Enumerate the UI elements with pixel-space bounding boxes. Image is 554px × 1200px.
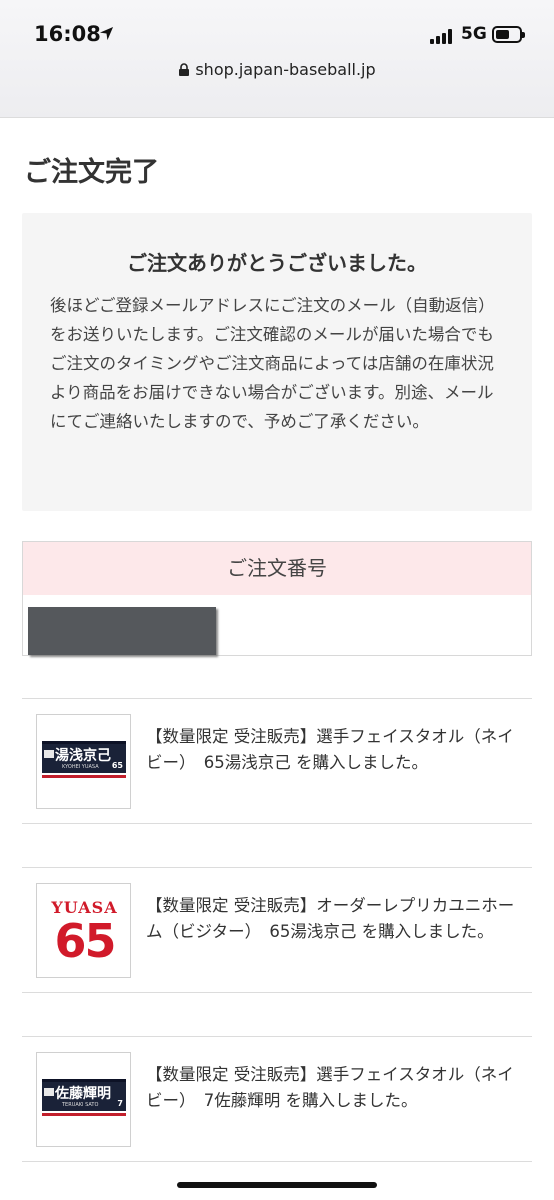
item-thumbnail[interactable]: 湯浅京己 KYOHEI YUASA 65 (36, 714, 131, 809)
item-description: 【数量限定 受注販売】オーダーレプリカユニホーム（ビジター） 65湯浅京己 を購… (146, 896, 515, 941)
item-description: 【数量限定 受注販売】選手フェイスタオル（ネイビー） 65湯浅京己 を購入しまし… (146, 727, 514, 772)
page-title: ご注文完了 (24, 157, 159, 188)
item-description: 【数量限定 受注販売】選手フェイスタオル（ネイビー） 7佐藤輝明 を購入しました… (146, 1065, 514, 1110)
browser-chrome: 16:08 5G shop.japan-baseball.jp (0, 0, 554, 118)
item-thumbnail[interactable]: 佐藤輝明 TERUAKI SATO 7 (36, 1052, 131, 1147)
status-bar: 16:08 5G (0, 18, 554, 52)
status-time: 16:08 (34, 22, 101, 46)
purchased-item: 湯浅京己 KYOHEI YUASA 65 【数量限定 受注販売】選手フェイスタオ… (22, 698, 532, 824)
order-number-redacted (28, 607, 216, 655)
logo-icon (44, 750, 54, 758)
face-towel-image: 佐藤輝明 TERUAKI SATO 7 (42, 1079, 126, 1116)
purchased-item: YUASA 65 【数量限定 受注販売】オーダーレプリカユニホーム（ビジター） … (22, 867, 532, 993)
thanks-message: 後ほどご登録メールアドレスにご注文のメール（自動返信）をお送りいたします。ご注文… (50, 296, 495, 431)
url-text: shop.japan-baseball.jp (195, 60, 376, 79)
order-number-box: ご注文番号 (22, 541, 532, 656)
address-bar[interactable]: shop.japan-baseball.jp (0, 60, 554, 79)
thanks-heading: ご注文ありがとうございました。 (127, 251, 427, 275)
towel-name: 佐藤輝明 (55, 1086, 111, 1102)
home-indicator[interactable] (177, 1182, 377, 1188)
towel-subname: TERUAKI SATO (62, 1102, 99, 1108)
towel-name: 湯浅京己 (55, 748, 111, 764)
thanks-panel: ご注文ありがとうございました。 後ほどご登録メールアドレスにご注文のメール（自動… (22, 213, 532, 511)
network-type: 5G (461, 24, 487, 44)
location-arrow-icon (99, 26, 114, 41)
towel-number: 65 (111, 761, 123, 770)
lock-icon (179, 63, 190, 76)
item-thumbnail[interactable]: YUASA 65 (36, 883, 131, 978)
towel-subname: KYOHEI YUASA (62, 764, 99, 770)
purchased-item: 佐藤輝明 TERUAKI SATO 7 【数量限定 受注販売】選手フェイスタオル… (22, 1036, 532, 1162)
signal-icon (430, 28, 454, 44)
towel-number: 7 (117, 1099, 123, 1108)
logo-icon (44, 1088, 54, 1096)
face-towel-image: 湯浅京己 KYOHEI YUASA 65 (42, 741, 126, 778)
battery-icon (492, 26, 525, 43)
jersey-number: 65 (54, 914, 116, 968)
order-number-label: ご注文番号 (23, 542, 531, 595)
